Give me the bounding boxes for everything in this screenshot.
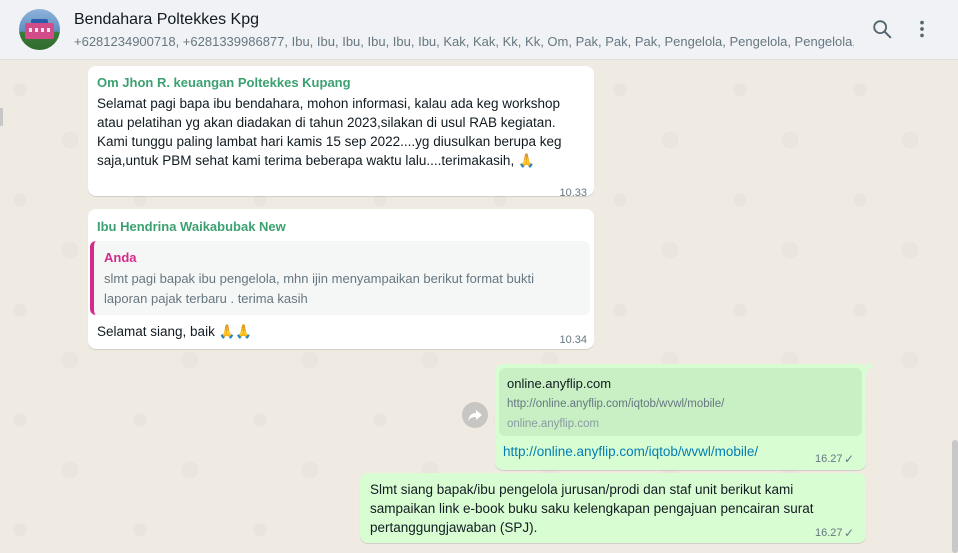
- incoming-message[interactable]: Ibu Hendrina Waikabubak New Anda slmt pa…: [88, 209, 594, 349]
- message-time: 16.27: [815, 527, 843, 539]
- message-time: 16.27: [815, 453, 843, 465]
- incoming-message[interactable]: Om Jhon R. keuangan Poltekkes Kupang Sel…: [88, 66, 594, 199]
- quoted-text: slmt pagi bapak ibu pengelola, mhn ijin …: [104, 269, 564, 309]
- message-time: 10.33: [559, 187, 587, 199]
- chat-title[interactable]: Bendahara Poltekkes Kpg: [74, 11, 259, 29]
- preview-title: online.anyflip.com: [507, 376, 612, 391]
- scrollbar[interactable]: [952, 440, 958, 553]
- message-list[interactable]: Om Jhon R. keuangan Poltekkes Kupang Sel…: [0, 60, 958, 553]
- message-line: pertanggungjawaban (SPJ).: [370, 520, 538, 535]
- message-line: Kami tunggu paling lambat hari kamis 15 …: [97, 134, 562, 149]
- sent-check-icon: ✓: [844, 526, 855, 540]
- message-time: 10.34: [559, 334, 587, 346]
- forward-icon[interactable]: [462, 402, 488, 428]
- outgoing-message[interactable]: online.anyflip.com http://online.anyflip…: [495, 364, 866, 470]
- message-link[interactable]: http://online.anyflip.com/iqtob/wvwl/mob…: [503, 444, 758, 459]
- message-line: Selamat pagi bapa ibu bendahara, mohon i…: [97, 96, 561, 111]
- sender-name[interactable]: Ibu Hendrina Waikabubak New: [97, 219, 286, 234]
- quoted-line: slmt pagi bapak ibu pengelola, mhn ijin …: [104, 271, 534, 286]
- message-text: Slmt siang bapak/ibu pengelola jurusan/p…: [370, 480, 860, 537]
- message-line: saja,untuk PBM sehat kami terima beberap…: [97, 153, 535, 168]
- more-options-icon[interactable]: [911, 18, 933, 40]
- panel-divider: [0, 108, 3, 126]
- message-line: atau pelatihan yg akan diadakan di tahun…: [97, 115, 556, 130]
- sender-name[interactable]: Om Jhon R. keuangan Poltekkes Kupang: [97, 75, 351, 90]
- message-text: Selamat siang, baik 🙏🙏: [97, 324, 253, 339]
- sent-check-icon: ✓: [844, 452, 855, 466]
- message-line: Slmt siang bapak/ibu pengelola jurusan/p…: [370, 482, 794, 497]
- preview-url: http://online.anyflip.com/iqtob/wvwl/mob…: [507, 398, 725, 410]
- quoted-author: Anda: [104, 250, 137, 265]
- chat-header[interactable]: Bendahara Poltekkes Kpg +6281234900718, …: [0, 0, 958, 60]
- link-preview[interactable]: online.anyflip.com http://online.anyflip…: [499, 368, 862, 436]
- group-members[interactable]: +6281234900718, +6281339986877, Ibu, Ibu…: [74, 34, 854, 49]
- quoted-message[interactable]: Anda slmt pagi bapak ibu pengelola, mhn …: [90, 241, 590, 315]
- preview-domain: online.anyflip.com: [507, 418, 600, 430]
- bubble-tail: [866, 364, 874, 372]
- search-icon[interactable]: [871, 18, 893, 40]
- message-text: Selamat pagi bapa ibu bendahara, mohon i…: [97, 94, 592, 170]
- group-avatar[interactable]: [19, 9, 60, 50]
- quoted-line: laporan pajak terbaru . terima kasih: [104, 291, 308, 306]
- outgoing-message[interactable]: Slmt siang bapak/ibu pengelola jurusan/p…: [360, 473, 866, 543]
- message-line: sampaikan link e-book buku saku kelengka…: [370, 501, 814, 516]
